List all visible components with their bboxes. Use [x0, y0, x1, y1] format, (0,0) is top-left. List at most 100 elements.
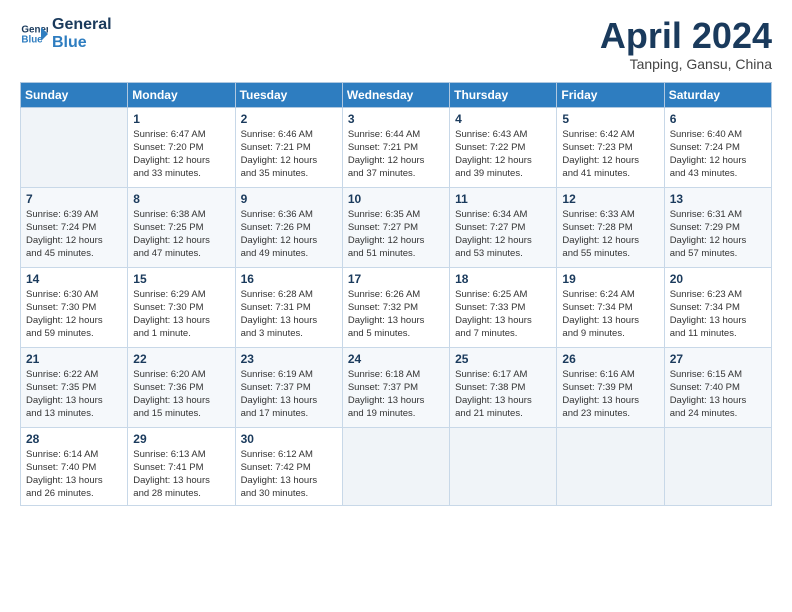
calendar-cell: 24Sunrise: 6:18 AM Sunset: 7:37 PM Dayli…: [342, 347, 449, 427]
day-number: 12: [562, 192, 658, 206]
calendar-cell: 4 Sunrise: 6:43 AM Sunset: 7:22 PM Daylig…: [450, 107, 557, 187]
calendar-cell: 30 Sunrise: 6:12 AM Sunset: 7:42 PM Dayli…: [235, 427, 342, 505]
header-day: Sunday: [21, 82, 128, 107]
day-number: 19: [562, 272, 658, 286]
header-day: Wednesday: [342, 82, 449, 107]
calendar-cell: 27 Sunrise: 6:15 AM Sunset: 7:40 PM Dayli…: [664, 347, 771, 427]
day-info: Sunrise: 6:38 AM Sunset: 7:25 PM Dayligh…: [133, 208, 229, 261]
day-info: Sunrise: 6:33 AM Sunset: 7:28 PM Dayligh…: [562, 208, 658, 261]
day-number: 13: [670, 192, 766, 206]
calendar-week-row: 1 Sunrise: 6:47 AM Sunset: 7:20 PM Daylig…: [21, 107, 772, 187]
calendar-cell: 17 Sunrise: 6:26 AM Sunset: 7:32 PM Dayli…: [342, 267, 449, 347]
calendar-cell: 23 Sunrise: 6:19 AM Sunset: 7:37 PM Dayli…: [235, 347, 342, 427]
day-number: 2: [241, 112, 337, 126]
calendar-week-row: 28Sunrise: 6:14 AM Sunset: 7:40 PM Dayli…: [21, 427, 772, 505]
day-number: 30: [241, 432, 337, 446]
day-info: Sunrise: 6:31 AM Sunset: 7:29 PM Dayligh…: [670, 208, 766, 261]
calendar-cell: 16 Sunrise: 6:28 AM Sunset: 7:31 PM Dayli…: [235, 267, 342, 347]
day-number: 3: [348, 112, 444, 126]
day-number: 1: [133, 112, 229, 126]
calendar-cell: 3Sunrise: 6:44 AM Sunset: 7:21 PM Daylig…: [342, 107, 449, 187]
day-number: 27: [670, 352, 766, 366]
header-day: Tuesday: [235, 82, 342, 107]
title-block: April 2024 Tanping, Gansu, China: [600, 16, 772, 72]
calendar-cell: 19Sunrise: 6:24 AM Sunset: 7:34 PM Dayli…: [557, 267, 664, 347]
day-info: Sunrise: 6:47 AM Sunset: 7:20 PM Dayligh…: [133, 128, 229, 181]
day-info: Sunrise: 6:30 AM Sunset: 7:30 PM Dayligh…: [26, 288, 122, 341]
day-number: 25: [455, 352, 551, 366]
calendar-cell: 28Sunrise: 6:14 AM Sunset: 7:40 PM Dayli…: [21, 427, 128, 505]
logo-icon: General Blue: [20, 20, 48, 48]
day-info: Sunrise: 6:17 AM Sunset: 7:38 PM Dayligh…: [455, 368, 551, 421]
calendar-cell: 10Sunrise: 6:35 AM Sunset: 7:27 PM Dayli…: [342, 187, 449, 267]
header: General Blue General Blue April 2024 Tan…: [20, 16, 772, 72]
day-number: 23: [241, 352, 337, 366]
day-number: 16: [241, 272, 337, 286]
calendar-cell: 13 Sunrise: 6:31 AM Sunset: 7:29 PM Dayli…: [664, 187, 771, 267]
calendar-week-row: 7Sunrise: 6:39 AM Sunset: 7:24 PM Daylig…: [21, 187, 772, 267]
calendar-cell: 1 Sunrise: 6:47 AM Sunset: 7:20 PM Daylig…: [128, 107, 235, 187]
day-info: Sunrise: 6:20 AM Sunset: 7:36 PM Dayligh…: [133, 368, 229, 421]
calendar-cell: 5Sunrise: 6:42 AM Sunset: 7:23 PM Daylig…: [557, 107, 664, 187]
calendar-cell: 15 Sunrise: 6:29 AM Sunset: 7:30 PM Dayli…: [128, 267, 235, 347]
calendar-cell: 9Sunrise: 6:36 AM Sunset: 7:26 PM Daylig…: [235, 187, 342, 267]
header-row: SundayMondayTuesdayWednesdayThursdayFrid…: [21, 82, 772, 107]
day-info: Sunrise: 6:39 AM Sunset: 7:24 PM Dayligh…: [26, 208, 122, 261]
day-number: 22: [133, 352, 229, 366]
day-number: 21: [26, 352, 122, 366]
day-number: 14: [26, 272, 122, 286]
calendar-cell: 2 Sunrise: 6:46 AM Sunset: 7:21 PM Daylig…: [235, 107, 342, 187]
day-info: Sunrise: 6:19 AM Sunset: 7:37 PM Dayligh…: [241, 368, 337, 421]
day-number: 6: [670, 112, 766, 126]
day-number: 24: [348, 352, 444, 366]
day-number: 10: [348, 192, 444, 206]
calendar-cell: 29Sunrise: 6:13 AM Sunset: 7:41 PM Dayli…: [128, 427, 235, 505]
day-number: 15: [133, 272, 229, 286]
calendar-week-row: 14 Sunrise: 6:30 AM Sunset: 7:30 PM Dayli…: [21, 267, 772, 347]
header-day: Saturday: [664, 82, 771, 107]
calendar-header: SundayMondayTuesdayWednesdayThursdayFrid…: [21, 82, 772, 107]
day-info: Sunrise: 6:34 AM Sunset: 7:27 PM Dayligh…: [455, 208, 551, 261]
day-info: Sunrise: 6:25 AM Sunset: 7:33 PM Dayligh…: [455, 288, 551, 341]
day-info: Sunrise: 6:12 AM Sunset: 7:42 PM Dayligh…: [241, 448, 337, 501]
calendar-table: SundayMondayTuesdayWednesdayThursdayFrid…: [20, 82, 772, 506]
calendar-cell: 20Sunrise: 6:23 AM Sunset: 7:34 PM Dayli…: [664, 267, 771, 347]
day-number: 20: [670, 272, 766, 286]
logo-line1: General: [52, 16, 112, 34]
day-info: Sunrise: 6:43 AM Sunset: 7:22 PM Dayligh…: [455, 128, 551, 181]
location-subtitle: Tanping, Gansu, China: [600, 56, 772, 72]
calendar-cell: 8Sunrise: 6:38 AM Sunset: 7:25 PM Daylig…: [128, 187, 235, 267]
calendar-cell: 6 Sunrise: 6:40 AM Sunset: 7:24 PM Daylig…: [664, 107, 771, 187]
page: General Blue General Blue April 2024 Tan…: [0, 0, 792, 612]
day-number: 4: [455, 112, 551, 126]
calendar-cell: [450, 427, 557, 505]
calendar-body: 1 Sunrise: 6:47 AM Sunset: 7:20 PM Daylig…: [21, 107, 772, 505]
day-number: 17: [348, 272, 444, 286]
calendar-cell: 7Sunrise: 6:39 AM Sunset: 7:24 PM Daylig…: [21, 187, 128, 267]
day-info: Sunrise: 6:26 AM Sunset: 7:32 PM Dayligh…: [348, 288, 444, 341]
calendar-cell: 12 Sunrise: 6:33 AM Sunset: 7:28 PM Dayli…: [557, 187, 664, 267]
svg-text:Blue: Blue: [21, 34, 43, 45]
day-number: 5: [562, 112, 658, 126]
day-info: Sunrise: 6:28 AM Sunset: 7:31 PM Dayligh…: [241, 288, 337, 341]
day-info: Sunrise: 6:29 AM Sunset: 7:30 PM Dayligh…: [133, 288, 229, 341]
calendar-cell: 25 Sunrise: 6:17 AM Sunset: 7:38 PM Dayli…: [450, 347, 557, 427]
header-day: Monday: [128, 82, 235, 107]
logo-line2: Blue: [52, 34, 112, 52]
day-info: Sunrise: 6:13 AM Sunset: 7:41 PM Dayligh…: [133, 448, 229, 501]
calendar-cell: [557, 427, 664, 505]
day-number: 18: [455, 272, 551, 286]
day-info: Sunrise: 6:15 AM Sunset: 7:40 PM Dayligh…: [670, 368, 766, 421]
day-info: Sunrise: 6:46 AM Sunset: 7:21 PM Dayligh…: [241, 128, 337, 181]
calendar-cell: [342, 427, 449, 505]
header-day: Thursday: [450, 82, 557, 107]
day-info: Sunrise: 6:14 AM Sunset: 7:40 PM Dayligh…: [26, 448, 122, 501]
calendar-cell: 18 Sunrise: 6:25 AM Sunset: 7:33 PM Dayli…: [450, 267, 557, 347]
month-title: April 2024: [600, 16, 772, 56]
calendar-cell: 26Sunrise: 6:16 AM Sunset: 7:39 PM Dayli…: [557, 347, 664, 427]
calendar-cell: 11Sunrise: 6:34 AM Sunset: 7:27 PM Dayli…: [450, 187, 557, 267]
calendar-week-row: 21Sunrise: 6:22 AM Sunset: 7:35 PM Dayli…: [21, 347, 772, 427]
day-info: Sunrise: 6:40 AM Sunset: 7:24 PM Dayligh…: [670, 128, 766, 181]
calendar-cell: 22 Sunrise: 6:20 AM Sunset: 7:36 PM Dayli…: [128, 347, 235, 427]
header-day: Friday: [557, 82, 664, 107]
